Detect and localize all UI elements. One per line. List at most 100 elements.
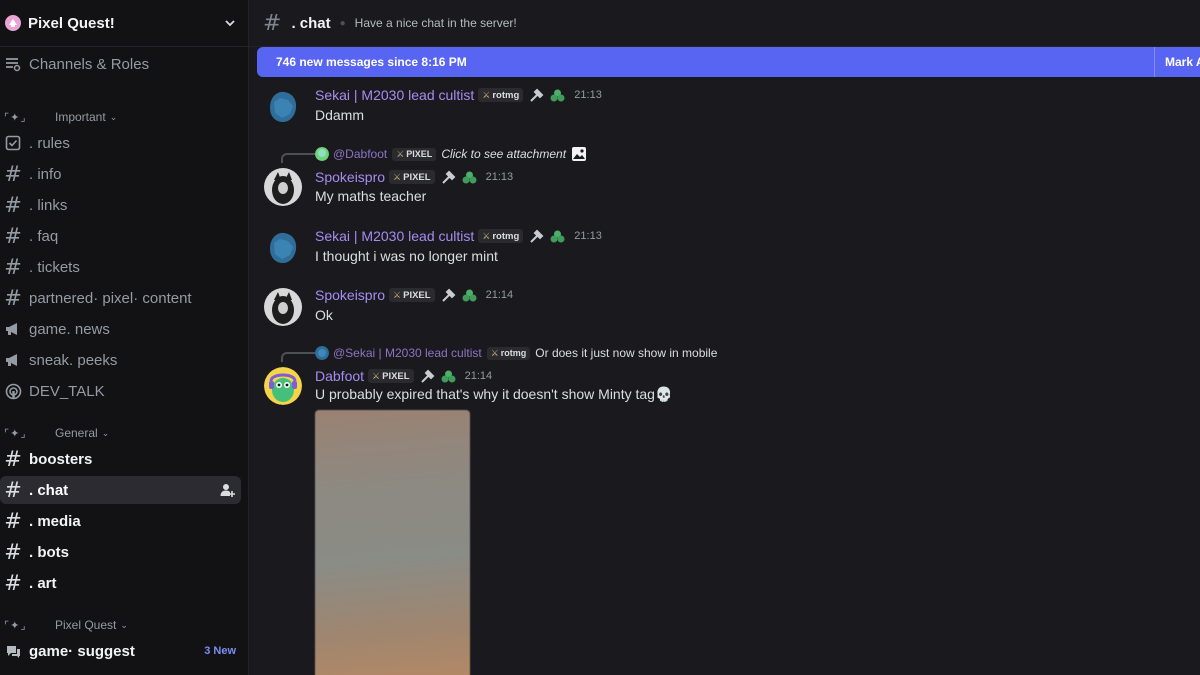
message-header: Spokeispro ⚔ PIXEL 21:14 (315, 286, 513, 304)
channel-title: . chat (291, 14, 331, 32)
timestamp[interactable]: 21:13 (486, 171, 514, 183)
reply-preview[interactable]: @Sekai | M2030 lead cultist ⚔ rotmg Or do… (315, 345, 717, 361)
channel-label: . media (29, 512, 81, 530)
guild-tag[interactable]: ⚔ PIXEL (389, 170, 435, 184)
avatar[interactable] (264, 288, 302, 326)
swords-icon: ⚔ (482, 89, 491, 100)
stage-icon (4, 382, 22, 400)
chat-main: # . chat ● Have a nice chat in the serve… (249, 0, 1200, 675)
channel-label: . art (29, 574, 57, 592)
timestamp[interactable]: 21:13 (574, 89, 602, 101)
channel-label: . info (29, 165, 62, 183)
leaf-role-icon (462, 289, 477, 301)
channel-sneak-peeks[interactable]: sneak. peeks (0, 346, 244, 374)
channel-info[interactable]: # . info (0, 160, 244, 188)
leaf-role-icon (462, 171, 477, 183)
create-invite-icon[interactable] (219, 482, 235, 498)
discord-window: Pixel Quest! Channels & Roles ⌜✦⌟ Import… (0, 0, 1200, 675)
reply-content: Or does it just now show in mobile (535, 346, 718, 360)
hash-icon: # (4, 255, 22, 279)
new-messages-bar[interactable]: 746 new messages since 8:16 PM Mark As R… (257, 47, 1200, 77)
reply-preview[interactable]: @Dabfoot ⚔ PIXEL Click to see attachment (315, 146, 587, 162)
guild-tag-label: PIXEL (382, 370, 410, 382)
channel-game-news[interactable]: game. news (0, 315, 244, 343)
message-content: Ddamm (315, 107, 365, 123)
channels-and-roles-label: Channels & Roles (29, 55, 150, 73)
channel-art[interactable]: # . art (0, 569, 244, 597)
hash-icon: # (4, 447, 22, 471)
channel-partnered-pixel-content[interactable]: # partnered· pixel· content (0, 284, 244, 312)
wrench-icon (530, 229, 544, 243)
hash-icon: # (4, 478, 22, 502)
chevron-down-icon: ⌄ (109, 111, 118, 122)
image-attachment[interactable] (315, 410, 470, 675)
image-icon (572, 147, 587, 161)
avatar[interactable] (264, 168, 302, 206)
guild-tag[interactable]: ⚔ PIXEL (389, 288, 435, 302)
guild-tag: ⚔ rotmg (486, 346, 531, 360)
guild-tag[interactable]: ⚔ rotmg (478, 229, 524, 243)
timestamp[interactable]: 21:14 (486, 289, 514, 301)
username[interactable]: Spokeispro (315, 287, 385, 303)
avatar[interactable] (264, 367, 302, 405)
channel-rules[interactable]: . rules (0, 129, 244, 157)
category-pixel-quest[interactable]: ⌜✦⌟ Pixel Quest ⌄ (0, 615, 244, 635)
hash-icon: # (263, 10, 282, 36)
channel-label: . links (29, 196, 68, 214)
channel-label: boosters (29, 450, 93, 468)
username[interactable]: Dabfoot (315, 368, 364, 384)
channel-header: # . chat ● Have a nice chat in the serve… (249, 0, 1200, 47)
channel-faq[interactable]: # . faq (0, 222, 244, 250)
new-messages-text: 746 new messages since 8:16 PM (276, 55, 467, 69)
channel-tickets[interactable]: # . tickets (0, 253, 244, 281)
avatar[interactable] (264, 88, 302, 126)
guild-tag-label: PIXEL (403, 171, 431, 183)
channel-boosters[interactable]: # boosters (0, 445, 244, 473)
channel-dev-talk[interactable]: DEV_TALK (0, 377, 244, 405)
list-icon (4, 55, 22, 73)
guild-tag[interactable]: ⚔ rotmg (478, 88, 524, 102)
guild-tag-label: rotmg (500, 348, 527, 358)
server-name: Pixel Quest! (28, 14, 115, 32)
reply-username[interactable]: @Dabfoot (333, 147, 387, 161)
category-general[interactable]: ⌜✦⌟ General ⌄ (0, 423, 244, 443)
channel-media[interactable]: # . media (0, 507, 244, 535)
mark-as-read-button[interactable]: Mark As Read (1154, 47, 1200, 77)
swords-icon: ⚔ (372, 370, 381, 381)
avatar[interactable] (264, 229, 302, 267)
category-decoration: ⌜✦⌟ (4, 619, 27, 632)
leaf-role-icon (550, 89, 565, 101)
message-header: Sekai | M2030 lead cultist ⚔ rotmg 21:13 (315, 227, 602, 245)
channel-label: . chat (29, 481, 69, 499)
category-label: Pixel Quest (55, 618, 117, 632)
username[interactable]: Spokeispro (315, 169, 385, 185)
category-decoration: ⌜✦⌟ (4, 111, 27, 124)
channels-and-roles[interactable]: Channels & Roles (0, 50, 244, 78)
channel-chat[interactable]: # . chat (0, 476, 241, 504)
message-content: My maths teacher (315, 188, 427, 204)
reply-avatar (315, 346, 329, 360)
swords-icon: ⚔ (396, 148, 405, 159)
message-header: Spokeispro ⚔ PIXEL 21:13 (315, 168, 513, 186)
timestamp[interactable]: 21:14 (465, 370, 493, 382)
category-important[interactable]: ⌜✦⌟ Important ⌄ (0, 107, 244, 127)
server-header[interactable]: Pixel Quest! (0, 0, 248, 47)
swords-icon: ⚔ (393, 289, 402, 300)
guild-tag[interactable]: ⚔ PIXEL (368, 369, 414, 383)
channel-bots[interactable]: # . bots (0, 538, 244, 566)
message-content: I thought i was no longer mint (315, 248, 498, 264)
swords-icon: ⚔ (490, 347, 499, 358)
username[interactable]: Sekai | M2030 lead cultist (315, 87, 474, 103)
channel-links[interactable]: # . links (0, 191, 244, 219)
reply-username[interactable]: @Sekai | M2030 lead cultist (333, 346, 482, 360)
message-content: U probably expired that's why it doesn't… (315, 386, 673, 402)
hash-icon: # (4, 509, 22, 533)
channel-game-suggest[interactable]: game· suggest 3 New (0, 637, 244, 665)
guild-tag-label: PIXEL (403, 289, 431, 301)
timestamp[interactable]: 21:13 (574, 230, 602, 242)
reply-content: Click to see attachment (441, 147, 567, 161)
channel-topic[interactable]: Have a nice chat in the server! (355, 16, 517, 30)
channel-label: . faq (29, 227, 59, 245)
username[interactable]: Sekai | M2030 lead cultist (315, 228, 474, 244)
reply-connector (281, 153, 315, 163)
